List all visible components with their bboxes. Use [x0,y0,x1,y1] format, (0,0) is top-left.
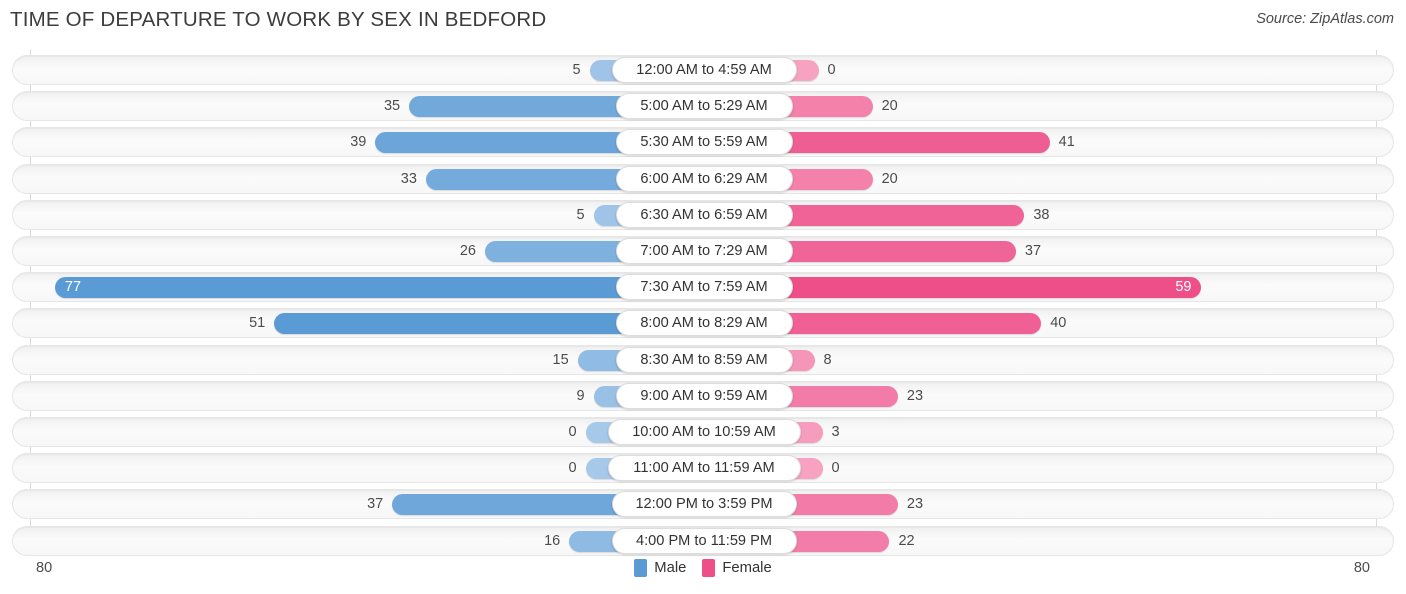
value-label-female: 38 [1033,206,1050,223]
legend-item-female[interactable]: Female [702,559,772,577]
category-label: 6:30 AM to 6:59 AM [615,201,793,228]
value-label-female: 41 [1058,134,1075,151]
table-row: 6:30 AM to 6:59 AM 5 38 [12,199,1394,230]
category-label: 12:00 AM to 4:59 AM [611,57,797,83]
table-row: 5:00 AM to 5:29 AM 35 20 [12,91,1394,122]
value-label-female: 3 [831,424,840,440]
value-label-male: 0 [568,460,577,477]
value-label-female: 20 [881,98,898,115]
category-label: 5:00 AM to 5:29 AM [615,93,793,120]
value-label-female: 23 [906,496,924,513]
category-label: 12:00 PM to 3:59 PM [611,491,797,518]
legend-swatch-female-icon [702,559,716,577]
table-row: 10:00 AM to 10:59 AM 0 3 [12,417,1394,447]
table-row: 11:00 AM to 11:59 AM 0 0 [12,453,1394,484]
category-label: 7:30 AM to 7:59 AM [615,274,793,301]
value-label-male: 5 [576,206,585,223]
value-label-female: 0 [827,62,836,78]
legend-item-male[interactable]: Male [634,559,686,577]
category-label: 11:00 AM to 11:59 AM [607,455,801,482]
value-label-male: 9 [576,387,585,404]
value-label-female: 20 [881,170,898,187]
value-label-male: 16 [544,532,561,549]
value-label-female: 23 [906,387,924,404]
value-label-male: 26 [459,243,476,259]
value-label-female: 37 [1024,243,1042,259]
category-label: 10:00 AM to 10:59 AM [607,419,801,445]
category-label: 8:00 AM to 8:29 AM [615,310,793,337]
value-label-male: 51 [249,315,266,332]
value-label-male: 15 [552,351,569,368]
value-label-female: 40 [1050,315,1067,332]
table-row: 7:30 AM to 7:59 AM 77 59 [12,272,1394,303]
source-attribution: Source: ZipAtlas.com [1256,11,1394,27]
table-row: 5:30 AM to 5:59 AM 39 41 [12,127,1394,158]
table-row: 8:30 AM to 8:59 AM 15 8 [12,344,1394,375]
category-label: 4:00 PM to 11:59 PM [611,527,797,554]
legend-label-female: Female [722,560,772,576]
chart-footer: 80 80 Male Female [0,555,1406,594]
chart-header: TIME OF DEPARTURE TO WORK BY SEX IN BEDF… [0,0,1406,40]
category-label: 5:30 AM to 5:59 AM [615,129,793,156]
table-row: 7:00 AM to 7:29 AM 26 37 [12,236,1394,266]
table-row: 8:00 AM to 8:29 AM 51 40 [12,308,1394,339]
value-label-male: 35 [383,98,401,115]
value-label-male: 0 [568,424,577,440]
value-label-female: 0 [831,460,840,477]
value-label-male: 33 [400,170,417,187]
value-label-female: 22 [898,532,915,549]
value-label-female: 59 [1175,279,1192,296]
chart-legend: Male Female [0,559,1406,577]
chart-plot-area: 12:00 AM to 4:59 AM 5 0 5:00 AM to 5:29 AM 3… [0,50,1406,556]
value-label-female: 8 [823,351,832,368]
table-row: 4:00 PM to 11:59 PM 16 22 [12,525,1394,556]
value-label-male: 77 [64,279,82,296]
value-label-male: 5 [572,62,581,78]
category-label: 8:30 AM to 8:59 AM [615,346,793,373]
table-row: 6:00 AM to 6:29 AM 33 20 [12,163,1394,194]
table-row: 12:00 AM to 4:59 AM 5 0 [12,55,1394,85]
table-row: 9:00 AM to 9:59 AM 9 23 [12,380,1394,411]
value-label-male: 37 [367,496,384,513]
value-label-male: 39 [350,134,367,151]
legend-swatch-male-icon [634,559,648,577]
legend-label-male: Male [654,560,687,576]
category-label: 7:00 AM to 7:29 AM [615,238,793,264]
category-label: 6:00 AM to 6:29 AM [615,165,793,192]
table-row: 12:00 PM to 3:59 PM 37 23 [12,489,1394,520]
category-label: 9:00 AM to 9:59 AM [615,382,793,409]
page-title: TIME OF DEPARTURE TO WORK BY SEX IN BEDF… [10,8,547,31]
